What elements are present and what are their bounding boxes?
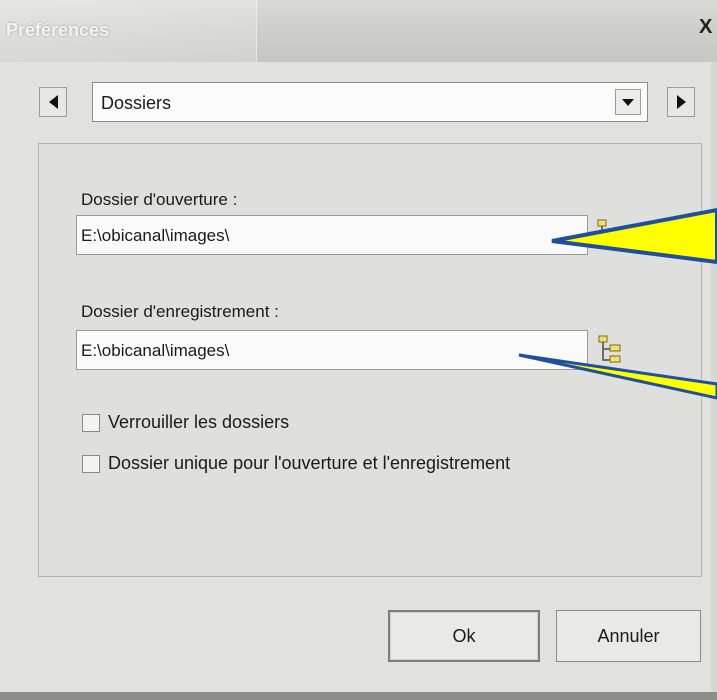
lock-folders-checkbox[interactable]	[82, 413, 100, 432]
ok-button[interactable]: Ok	[388, 610, 540, 662]
cancel-button[interactable]: Annuler	[556, 610, 701, 662]
title-bar: Préférences X	[0, 0, 717, 263]
dropdown-arrow-icon	[622, 98, 634, 106]
folder-tree-icon[interactable]	[595, 218, 625, 250]
save-folder-field[interactable]: E:\obicanal\images\	[76, 330, 588, 370]
single-folder-option[interactable]: Dossier unique pour l'ouverture et l'enr…	[82, 453, 510, 474]
close-icon[interactable]: X	[699, 16, 717, 38]
open-folder-label: Dossier d'ouverture :	[81, 190, 238, 209]
save-folder-value: E:\obicanal\images\	[81, 341, 230, 360]
section-select-value: Dossiers	[101, 93, 172, 113]
arrow-right-icon	[676, 95, 686, 109]
folder-tree-icon[interactable]	[596, 334, 626, 366]
section-select[interactable]: Dossiers	[92, 82, 648, 122]
lock-folders-option[interactable]: Verrouiller les dossiers	[82, 412, 289, 433]
dropdown-arrow-button[interactable]	[615, 89, 641, 115]
arrow-left-icon	[48, 95, 58, 109]
previous-section-button[interactable]	[39, 87, 67, 117]
save-folder-label: Dossier d'enregistrement :	[81, 302, 279, 321]
single-folder-checkbox[interactable]	[82, 454, 100, 473]
next-section-button[interactable]	[667, 87, 695, 117]
window-bottom-border	[0, 692, 717, 700]
single-folder-label: Dossier unique pour l'ouverture et l'enr…	[108, 453, 511, 473]
lock-folders-label: Verrouiller les dossiers	[108, 412, 290, 432]
window-title: Préférences	[6, 20, 110, 40]
open-folder-value: E:\obicanal\images\	[81, 226, 230, 245]
open-folder-field[interactable]: E:\obicanal\images\	[76, 215, 588, 255]
